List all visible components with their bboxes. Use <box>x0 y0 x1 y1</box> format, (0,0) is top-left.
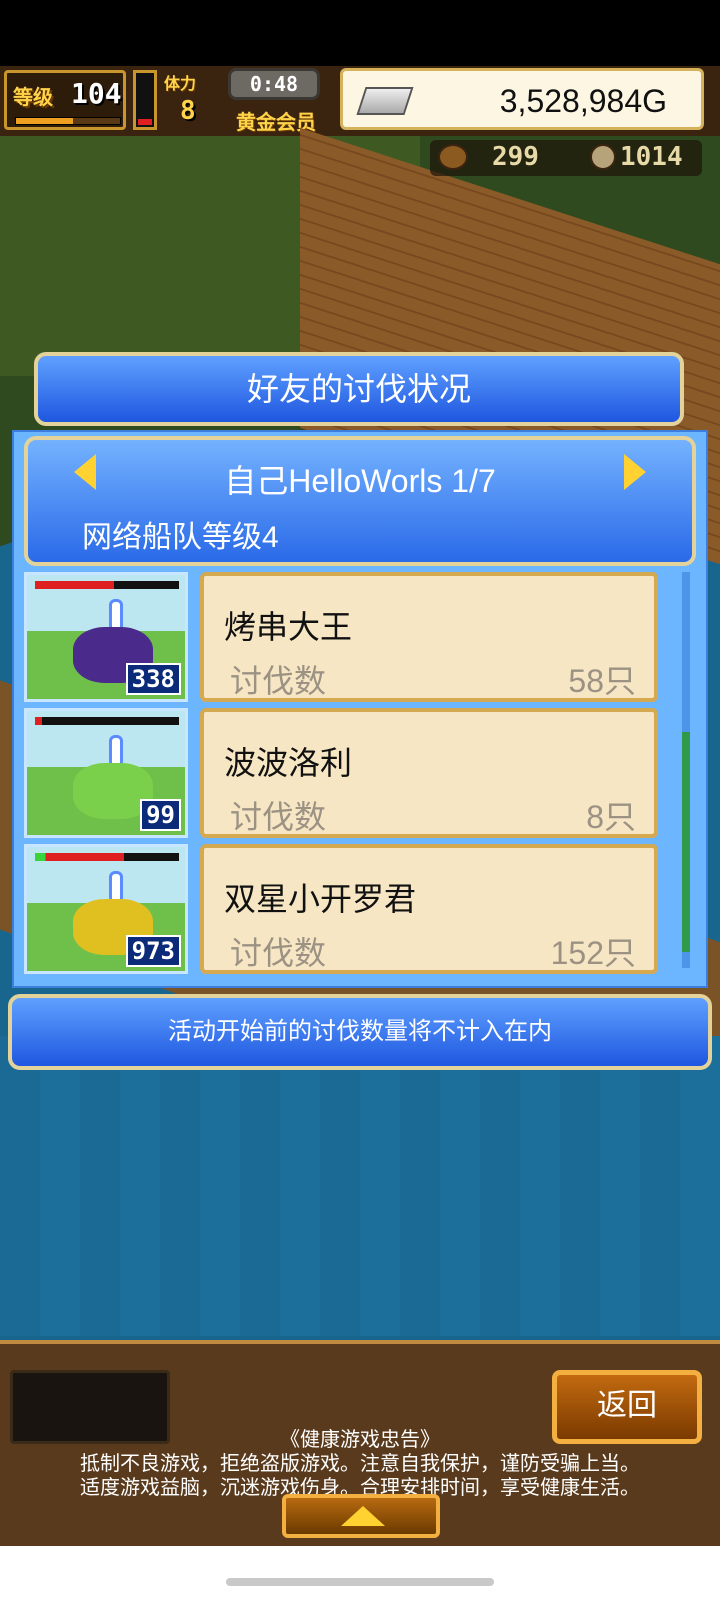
status-bar <box>0 0 720 66</box>
scrollbar-thumb[interactable] <box>682 732 690 952</box>
kill-count: 58只 <box>568 663 636 699</box>
hunt-card: 烤串大王 讨伐数 58只 <box>200 572 658 702</box>
list-item[interactable]: 338 烤串大王 讨伐数 58只 <box>24 572 664 702</box>
list-item[interactable]: 973 双星小开罗君 讨伐数 152只 <box>24 844 664 974</box>
hp-gauge-fill <box>138 119 152 125</box>
monster-hp-bar <box>35 717 179 725</box>
hp-gauge <box>133 70 157 130</box>
level-progress-bar <box>15 117 121 125</box>
hunt-card: 波波洛利 讨伐数 8只 <box>200 708 658 838</box>
home-indicator[interactable] <box>226 1578 494 1586</box>
gold-amount: 3,528,984G <box>499 83 667 119</box>
monster-name: 波波洛利 <box>224 745 353 781</box>
thumb-count: 338 <box>125 663 181 695</box>
fleet-level: 网络船队等级4 <box>82 521 279 554</box>
kill-label: 讨伐数 <box>230 935 327 971</box>
silver-ingot-icon <box>356 87 414 115</box>
friend-name: 自己HelloWorls 1/7 <box>224 463 496 499</box>
resource-2-value: 1014 <box>620 142 683 172</box>
thumb-count: 99 <box>140 799 181 831</box>
advisory-line-1: 抵制不良游戏，拒绝盗版游戏。注意自我保护，谨防受骗上当。 <box>80 1453 640 1475</box>
monster-hp-bar <box>35 853 179 861</box>
kill-label: 讨伐数 <box>230 799 327 835</box>
hunt-card: 双星小开罗君 讨伐数 152只 <box>200 844 658 974</box>
sea <box>0 1036 720 1336</box>
monster-hp-fill <box>35 853 125 861</box>
coin-icon <box>590 144 616 170</box>
monster-name: 双星小开罗君 <box>224 881 417 917</box>
event-notice: 活动开始前的讨伐数量将不计入在内 <box>8 994 712 1070</box>
panel-title: 好友的讨伐状况 <box>34 352 684 426</box>
stamina: 体力 8 <box>164 70 228 130</box>
up-arrow-icon <box>341 1506 385 1526</box>
monster-thumbnail: 338 <box>24 572 188 702</box>
top-hud: 等级 104 体力 8 0:48 黄金会员 3,528,984G <box>0 66 720 136</box>
resource-1-value: 299 <box>492 142 539 172</box>
list-scrollbar[interactable] <box>682 572 690 968</box>
level-value: 104 <box>71 77 122 110</box>
friend-header: 自己HelloWorls 1/7 网络船队等级4 <box>24 436 696 566</box>
stamina-value: 8 <box>180 96 196 126</box>
monster-name: 烤串大王 <box>224 609 353 645</box>
kill-count: 152只 <box>550 935 636 971</box>
friend-hunt-panel: 自己HelloWorls 1/7 网络船队等级4 338 烤串大王 讨伐数 58… <box>12 430 708 988</box>
advisory-title: 《健康游戏忠告》 <box>280 1429 440 1451</box>
monster-hp-fill <box>35 717 43 725</box>
wood-icon <box>438 144 468 170</box>
monster-thumbnail: 99 <box>24 708 188 838</box>
monster-hp-fill <box>35 581 115 589</box>
level-badge: 等级 104 <box>4 70 126 130</box>
level-progress-fill <box>16 118 74 124</box>
next-friend-arrow-icon[interactable] <box>624 454 646 490</box>
list-item[interactable]: 99 波波洛利 讨伐数 8只 <box>24 708 664 838</box>
monster-hp-bar <box>35 581 179 589</box>
resource-bar: 299 1014 <box>430 140 702 176</box>
gold-display[interactable]: 3,528,984G <box>340 68 704 130</box>
health-advisory: 《健康游戏忠告》 抵制不良游戏，拒绝盗版游戏。注意自我保护，谨防受骗上当。 适度… <box>0 1428 720 1500</box>
kill-count: 8只 <box>586 799 636 835</box>
expand-menu-button[interactable] <box>282 1494 440 1538</box>
hunt-list[interactable]: 338 烤串大王 讨伐数 58只 99 波波洛利 讨伐数 8只 973 双星小开… <box>24 572 684 980</box>
navigation-bar <box>0 1546 720 1600</box>
monster-thumbnail: 973 <box>24 844 188 974</box>
thumb-count: 973 <box>125 935 181 967</box>
stamina-label: 体力 <box>164 76 197 93</box>
kill-label: 讨伐数 <box>230 663 327 699</box>
level-label: 等级 <box>13 85 53 109</box>
timer: 0:48 <box>228 68 320 100</box>
